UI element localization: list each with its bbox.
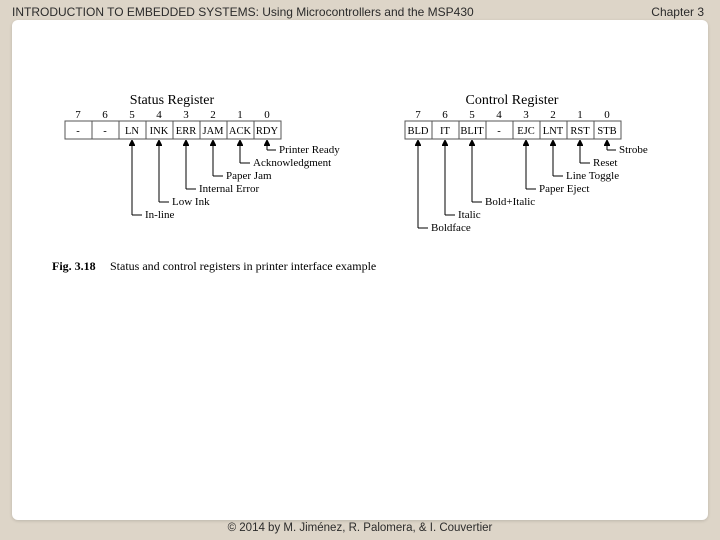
svg-text:7: 7: [415, 109, 421, 121]
control-desc-ejc: Paper Eject: [539, 183, 589, 195]
svg-text:EJC: EJC: [517, 126, 535, 137]
svg-text:INK: INK: [150, 126, 169, 137]
status-desc-err: Internal Error: [199, 183, 259, 195]
svg-text:RST: RST: [570, 126, 590, 137]
copyright-footer: © 2014 by M. Jiménez, R. Palomera, & I. …: [12, 522, 708, 534]
svg-text:1: 1: [237, 109, 243, 121]
svg-text:ERR: ERR: [176, 126, 196, 137]
status-desc-jam: Paper Jam: [226, 170, 272, 182]
svg-text:BLD: BLD: [408, 126, 429, 137]
svg-text:0: 0: [264, 109, 270, 121]
svg-text:6: 6: [102, 109, 108, 121]
status-register-cells: - - LN INK ERR JAM ACK RDY: [65, 121, 281, 139]
book-title: INTRODUCTION TO EMBEDDED SYSTEMS: Using …: [12, 5, 474, 19]
control-desc-blit: Bold+Italic: [485, 196, 535, 208]
svg-text:-: -: [497, 126, 501, 137]
svg-text:0: 0: [604, 109, 610, 121]
page-body: Status Register 7 6 5 4 3 2 1 0 - - LN I…: [12, 20, 708, 520]
svg-text:6: 6: [442, 109, 448, 121]
figure-caption-bold: Fig. 3.18: [52, 259, 96, 273]
chapter-label: Chapter 3: [651, 5, 704, 19]
svg-text:STB: STB: [597, 126, 616, 137]
figure-caption-text: Status and control registers in printer …: [110, 259, 376, 273]
svg-text:RDY: RDY: [256, 126, 279, 137]
svg-text:-: -: [103, 126, 107, 137]
svg-text:ACK: ACK: [229, 126, 252, 137]
status-desc-ink: Low Ink: [172, 196, 210, 208]
svg-text:5: 5: [469, 109, 475, 121]
svg-text:LNT: LNT: [543, 126, 564, 137]
control-bit-numbers: 7 6 5 4 3 2 1 0: [415, 109, 610, 121]
status-desc-ack: Acknowledgment: [253, 157, 331, 169]
svg-text:JAM: JAM: [202, 126, 224, 137]
control-desc-stb: Strobe: [619, 144, 648, 156]
control-title: Control Register: [466, 93, 559, 108]
status-desc-ln: In-line: [145, 209, 174, 221]
svg-text:IT: IT: [440, 126, 450, 137]
svg-text:3: 3: [523, 109, 529, 121]
control-desc-lnt: Line Toggle: [566, 170, 619, 182]
status-desc-rdy: Printer Ready: [279, 144, 340, 156]
svg-text:1: 1: [577, 109, 583, 121]
svg-text:7: 7: [75, 109, 81, 121]
svg-text:3: 3: [183, 109, 189, 121]
svg-text:LN: LN: [125, 126, 139, 137]
status-title: Status Register: [130, 93, 215, 108]
control-desc-rst: Reset: [593, 157, 617, 169]
control-desc-bld: Boldface: [431, 222, 471, 234]
figure-3-18: Status Register 7 6 5 4 3 2 1 0 - - LN I…: [32, 90, 688, 330]
svg-text:-: -: [76, 126, 80, 137]
control-desc-it: Italic: [458, 209, 481, 221]
control-register-cells: BLD IT BLIT - EJC LNT RST STB: [405, 121, 621, 139]
svg-text:2: 2: [210, 109, 216, 121]
svg-text:5: 5: [129, 109, 135, 121]
svg-text:4: 4: [156, 109, 162, 121]
svg-text:BLIT: BLIT: [460, 126, 484, 137]
status-bit-numbers: 7 6 5 4 3 2 1 0: [75, 109, 270, 121]
svg-text:2: 2: [550, 109, 556, 121]
svg-text:4: 4: [496, 109, 502, 121]
